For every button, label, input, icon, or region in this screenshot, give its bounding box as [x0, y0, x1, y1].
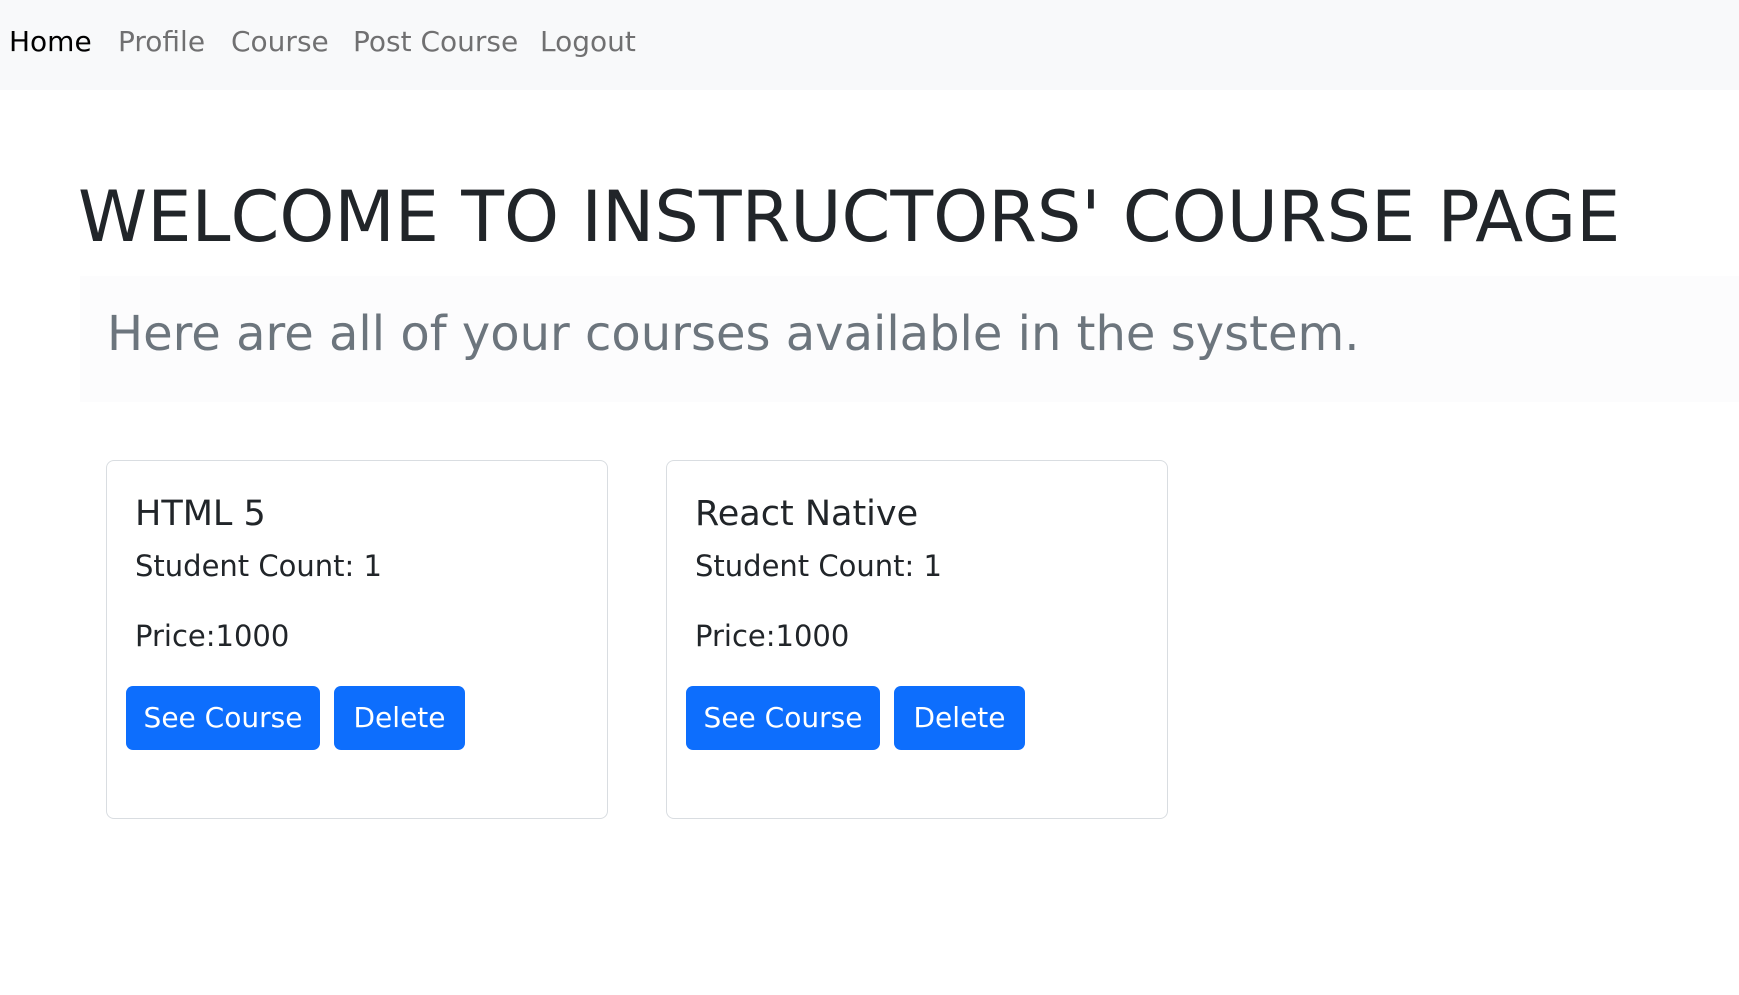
nav-course-link[interactable]: Course	[231, 22, 329, 62]
course-title: React Native	[695, 494, 919, 534]
course-price: Price:1000	[135, 619, 290, 653]
course-card: HTML 5 Student Count: 1 Price:1000 See C…	[106, 460, 608, 819]
see-course-button[interactable]: See Course	[126, 686, 320, 750]
course-price: Price:1000	[695, 619, 850, 653]
nav-post-course-link[interactable]: Post Course	[353, 22, 518, 62]
nav-logout-link[interactable]: Logout	[540, 22, 636, 62]
navbar: Home Profile Course Post Course Logout	[0, 0, 1739, 90]
student-count: Student Count: 1	[695, 549, 942, 583]
nav-profile-link[interactable]: Profile	[118, 22, 205, 62]
see-course-button[interactable]: See Course	[686, 686, 880, 750]
lead-panel: Here are all of your courses available i…	[80, 276, 1739, 402]
delete-course-button[interactable]: Delete	[334, 686, 465, 750]
delete-course-button[interactable]: Delete	[894, 686, 1025, 750]
nav-home-link[interactable]: Home	[9, 22, 92, 62]
course-card: React Native Student Count: 1 Price:1000…	[666, 460, 1168, 819]
course-title: HTML 5	[135, 494, 266, 534]
page-title: WELCOME TO INSTRUCTORS' COURSE PAGE	[78, 176, 1621, 258]
student-count: Student Count: 1	[135, 549, 382, 583]
lead-text: Here are all of your courses available i…	[107, 306, 1360, 362]
